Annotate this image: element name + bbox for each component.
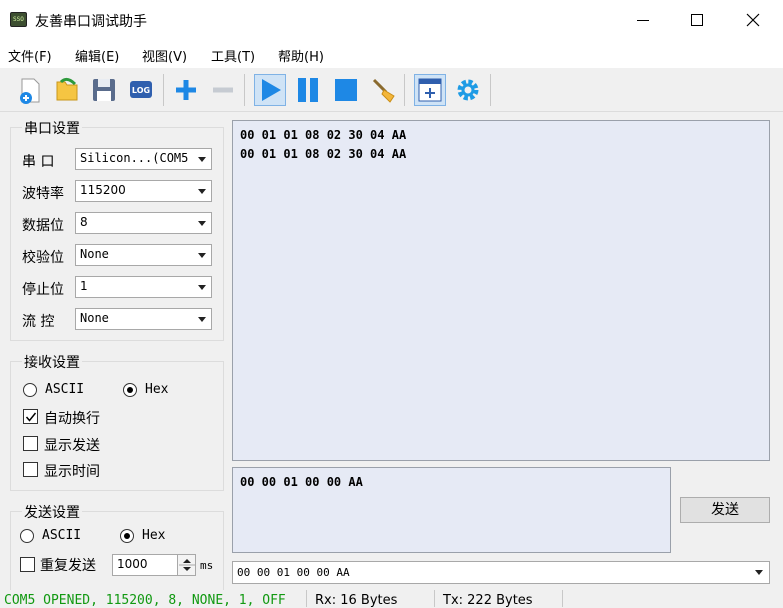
send-ascii-radio[interactable] <box>20 529 34 543</box>
show-send-checkbox[interactable] <box>23 436 38 451</box>
auto-newline-checkbox[interactable] <box>23 409 38 424</box>
flow-control-label: 流 控 <box>22 314 55 330</box>
status-separator <box>306 590 307 607</box>
send-settings-title: 发送设置 <box>22 502 82 522</box>
status-tx-count: Tx: 222 Bytes <box>443 593 533 608</box>
receive-line: 00 01 01 08 02 30 04 AA <box>240 147 407 161</box>
status-port-info: COM5 OPENED, 115200, 8, NONE, 1, OFF <box>4 593 286 608</box>
repeat-send-checkbox[interactable] <box>20 557 35 572</box>
send-hex-label: Hex <box>142 528 166 543</box>
auto-newline-label: 自动换行 <box>44 411 100 427</box>
toolbar-separator <box>404 74 405 106</box>
remove-icon[interactable] <box>207 74 239 106</box>
receive-line: 00 01 01 08 02 30 04 AA <box>240 128 407 142</box>
send-ascii-label: ASCII <box>42 528 82 543</box>
pause-icon[interactable] <box>292 74 324 106</box>
maximize-button[interactable] <box>674 0 720 40</box>
receive-hex-radio[interactable] <box>123 383 137 397</box>
send-button[interactable]: 发送 <box>680 497 770 523</box>
interval-unit: ms <box>200 559 214 572</box>
stop-icon[interactable] <box>330 74 362 106</box>
play-icon[interactable] <box>254 74 286 106</box>
serial-settings-title: 串口设置 <box>22 118 82 138</box>
chevron-down-icon <box>755 570 763 575</box>
show-time-checkbox[interactable] <box>23 462 38 477</box>
chevron-down-icon <box>198 157 206 162</box>
add-icon[interactable] <box>170 74 202 106</box>
chevron-down-icon <box>198 253 206 258</box>
data-bits-select[interactable]: 8 <box>75 212 212 234</box>
receive-ascii-label: ASCII <box>45 382 85 397</box>
chevron-down-icon <box>198 285 206 290</box>
data-bits-label: 数据位 <box>22 218 64 234</box>
show-time-label: 显示时间 <box>44 464 100 480</box>
app-icon: SSO <box>10 12 27 27</box>
send-history-select[interactable]: 00 00 01 00 00 AA <box>232 561 770 584</box>
port-label: 串 口 <box>22 154 55 170</box>
interval-value: 1000 <box>117 557 148 571</box>
clear-broom-icon[interactable] <box>368 74 400 106</box>
close-icon <box>746 13 760 27</box>
receive-ascii-radio[interactable] <box>23 383 37 397</box>
close-button[interactable] <box>730 0 776 40</box>
baud-label: 波特率 <box>22 186 64 202</box>
menu-tools[interactable]: 工具(T) <box>211 46 255 65</box>
add-window-icon[interactable] <box>414 74 446 106</box>
menu-view[interactable]: 视图(V) <box>142 46 187 65</box>
menu-help[interactable]: 帮助(H) <box>278 46 324 65</box>
receive-settings-group <box>10 361 224 491</box>
menu-edit[interactable]: 编辑(E) <box>75 46 119 65</box>
send-hex-radio[interactable] <box>120 529 134 543</box>
flow-control-select[interactable]: None <box>75 308 212 330</box>
save-icon[interactable] <box>88 74 120 106</box>
status-separator <box>562 590 563 607</box>
stepper-arrows[interactable] <box>177 555 195 575</box>
menu-file[interactable]: 文件(F) <box>8 46 52 65</box>
toolbar-separator <box>163 74 164 106</box>
receive-hex-label: Hex <box>145 382 169 397</box>
new-file-icon[interactable] <box>14 74 46 106</box>
send-settings-group <box>10 511 224 591</box>
receive-text-area[interactable]: 00 01 01 08 02 30 04 AA 00 01 01 08 02 3… <box>232 120 770 461</box>
status-rx-count: Rx: 16 Bytes <box>315 593 398 608</box>
status-separator <box>434 590 435 607</box>
svg-text:LOG: LOG <box>132 86 150 95</box>
settings-gear-icon[interactable] <box>452 74 484 106</box>
receive-settings-title: 接收设置 <box>22 352 82 372</box>
minimize-button[interactable] <box>620 0 666 40</box>
window-title: 友善串口调试助手 <box>35 14 147 30</box>
toolbar-separator <box>244 74 245 106</box>
parity-select[interactable]: None <box>75 244 212 266</box>
chevron-down-icon <box>198 221 206 226</box>
open-folder-icon[interactable] <box>51 74 83 106</box>
toolbar-separator <box>490 74 491 106</box>
send-text-area[interactable]: 00 00 01 00 00 AA <box>232 467 671 553</box>
checkmark-icon <box>25 412 37 422</box>
port-select[interactable]: Silicon...(COM5 <box>75 148 212 170</box>
chevron-down-icon <box>198 189 206 194</box>
send-text: 00 00 01 00 00 AA <box>240 475 363 489</box>
chevron-down-icon <box>198 317 206 322</box>
up-down-arrows-icon <box>179 559 195 571</box>
stop-bits-label: 停止位 <box>22 282 64 298</box>
log-icon[interactable]: LOG <box>125 74 157 106</box>
parity-label: 校验位 <box>22 250 64 266</box>
show-send-label: 显示发送 <box>44 438 100 454</box>
interval-stepper[interactable]: 1000 <box>112 554 196 576</box>
baud-select[interactable]: 115200 <box>75 180 212 202</box>
stop-bits-select[interactable]: 1 <box>75 276 212 298</box>
repeat-send-label: 重复发送 <box>40 558 96 574</box>
